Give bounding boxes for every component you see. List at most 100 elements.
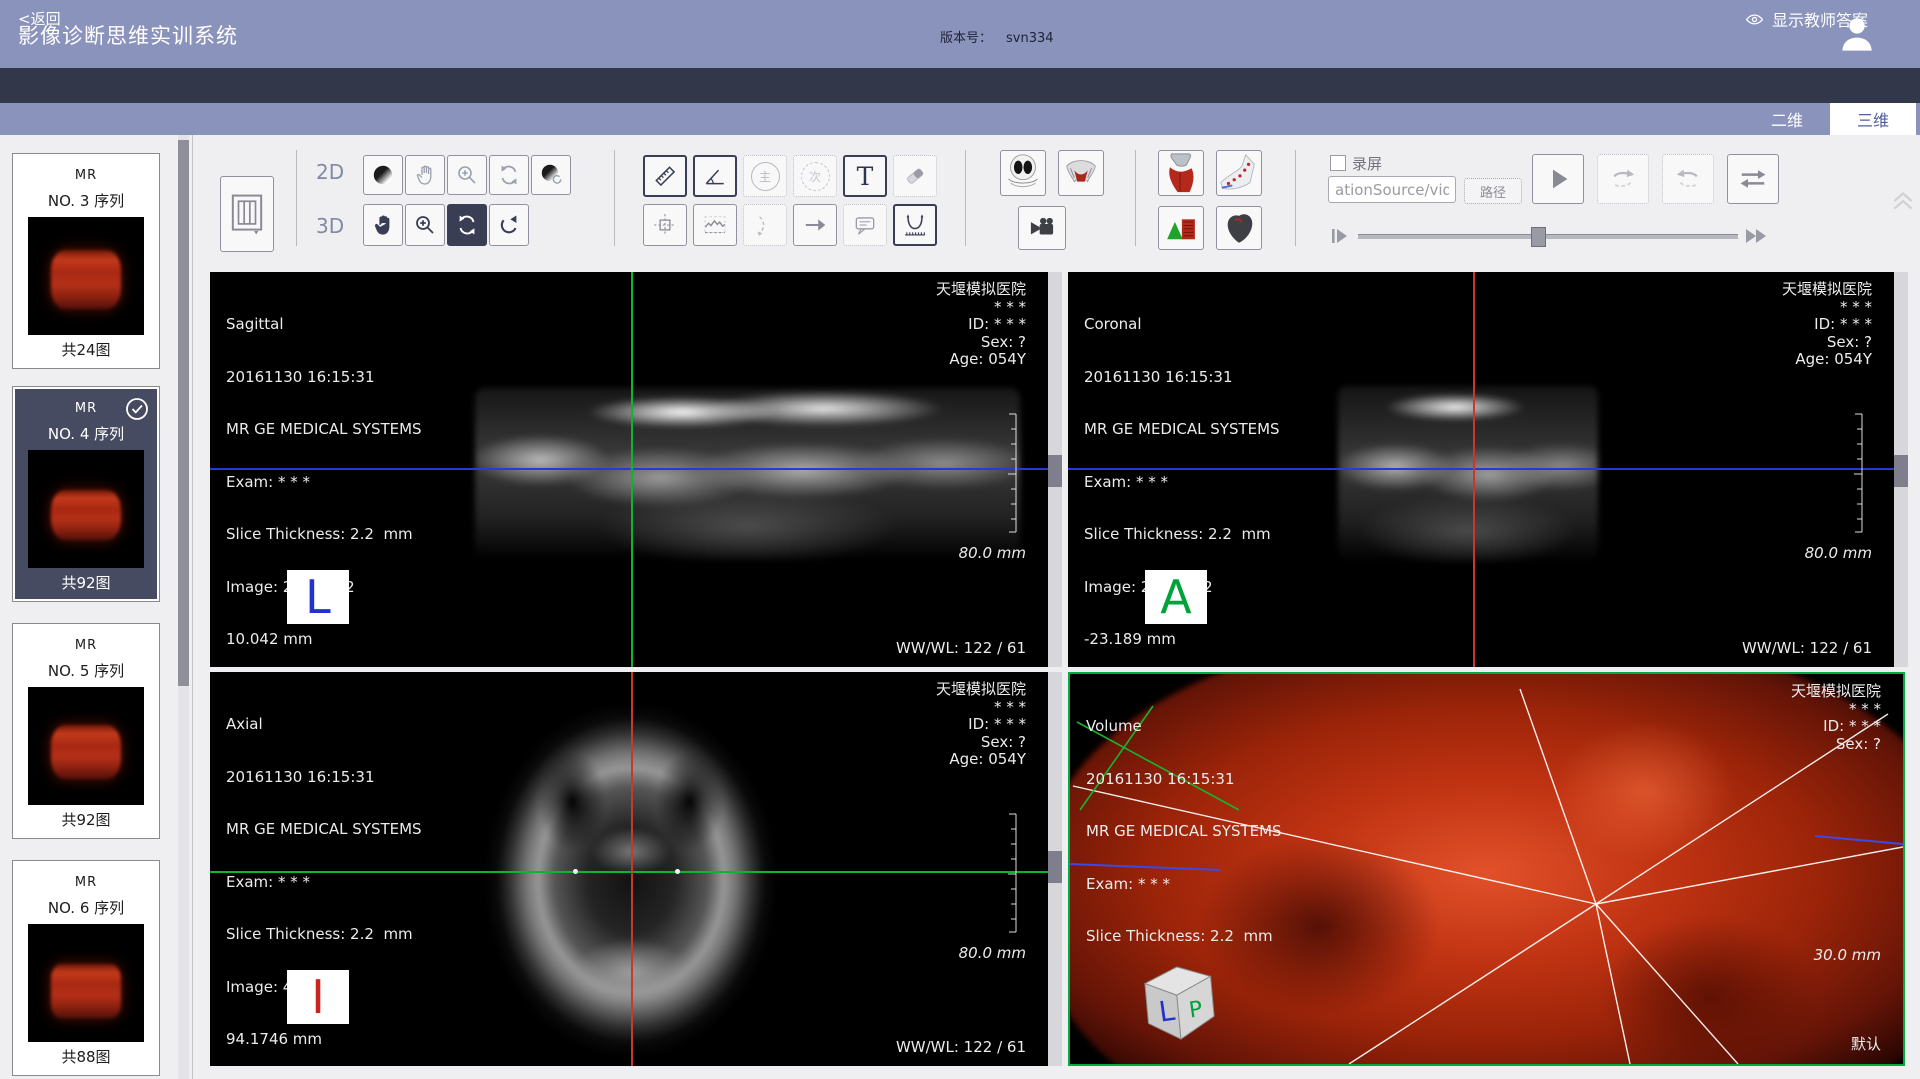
axial-info-right: 天堰模拟医院 * * * ID: * * * Sex: ? Age: 054Y: [936, 681, 1026, 769]
rotate-2d-button[interactable]: [489, 155, 529, 195]
tab-3d[interactable]: 三维: [1830, 103, 1916, 135]
path-button[interactable]: 路径: [1464, 178, 1522, 204]
viewport-axial[interactable]: Axial 20161130 16:15:31 MR GE MEDICAL SY…: [210, 672, 1048, 1066]
series-card-3[interactable]: MR NO. 3 序列 共24图: [12, 153, 160, 369]
arrow-icon: [802, 212, 828, 238]
volume-info-left: Volume 20161130 16:15:31 MR GE MEDICAL S…: [1086, 683, 1282, 981]
series-name: NO. 6 序列: [48, 897, 124, 918]
record-screen-checkbox[interactable]: [1330, 155, 1346, 171]
scale-label: 80.0 mm: [959, 944, 1026, 962]
chest-ct-animation-button[interactable]: [1000, 150, 1046, 196]
ruler-icon: [651, 162, 679, 190]
loop-forward-button[interactable]: [1597, 154, 1649, 204]
coronal-info-right: 天堰模拟医院 * * * ID: * * * Sex: ? Age: 054Y: [1782, 281, 1872, 369]
pane-title: Sagittal: [226, 316, 422, 334]
sagittal-slice-scrollbar-thumb[interactable]: [1048, 455, 1062, 487]
zoom-3d-button[interactable]: [405, 204, 445, 246]
angle-icon: [701, 162, 729, 190]
airway-animation-button[interactable]: [1158, 206, 1204, 250]
toolbar-divider: [1295, 150, 1296, 246]
axial-slice-scrollbar-thumb[interactable]: [1048, 851, 1062, 883]
layout-selector-button[interactable]: [220, 176, 274, 252]
knee-animation-button[interactable]: [1158, 150, 1204, 196]
heart-3d-icon: [1218, 208, 1260, 248]
primary-line-button[interactable]: 主: [743, 155, 787, 197]
reset-rotation-button[interactable]: [489, 204, 529, 246]
play-animation-button[interactable]: [1532, 154, 1584, 204]
curve-measure-button[interactable]: [893, 204, 937, 246]
secondary-line-button[interactable]: 次: [793, 155, 837, 197]
window-level-2d-button[interactable]: [363, 155, 403, 195]
step-last-button[interactable]: [1744, 227, 1770, 249]
volume-preset-label: 默认: [1851, 1033, 1881, 1054]
pelvis-anatomy-icon: [1059, 151, 1103, 195]
series-card-5[interactable]: MR NO. 5 序列 共92图: [12, 623, 160, 839]
zoom-2d-button[interactable]: [447, 155, 487, 195]
scale-ruler: [1006, 812, 1020, 934]
import-video-button[interactable]: [1018, 206, 1066, 250]
measure-length-button[interactable]: [643, 155, 687, 197]
measure-angle-button[interactable]: [693, 155, 737, 197]
tab-2d[interactable]: 二维: [1748, 103, 1826, 135]
scale-label: 80.0 mm: [1805, 544, 1872, 562]
secondary-circle-icon: 次: [801, 162, 830, 191]
pane-datetime: 20161130 16:15:31: [1084, 369, 1280, 387]
eraser-button[interactable]: [893, 155, 937, 197]
loop-backward-button[interactable]: [1662, 154, 1714, 204]
axial-crosshair-vertical[interactable]: [631, 672, 633, 1066]
contrast-icon: [370, 162, 396, 188]
lungs-ct-icon: [1001, 151, 1045, 195]
curve-profile-button[interactable]: [693, 204, 737, 246]
arc-tool-button[interactable]: [743, 204, 787, 246]
reset-rotate-icon: [497, 213, 522, 238]
step-first-button[interactable]: [1330, 227, 1352, 249]
orientation-cube[interactable]: L P: [1126, 958, 1218, 1050]
animation-slider-track[interactable]: [1358, 234, 1738, 239]
pan-2d-button[interactable]: [405, 155, 445, 195]
sagittal-crosshair-vertical[interactable]: [631, 272, 633, 667]
video-path-input[interactable]: [1328, 176, 1456, 203]
pane-datetime: 20161130 16:15:31: [226, 769, 422, 787]
pan-3d-button[interactable]: [363, 204, 403, 246]
pane-sex: Sex: ?: [936, 734, 1026, 752]
collapse-toolbar-button[interactable]: [1890, 188, 1916, 216]
heart-3d-animation-button[interactable]: [1216, 206, 1262, 250]
pane-age: Age: 054Y: [1782, 351, 1872, 369]
pane-exam: Exam: * * *: [226, 874, 422, 892]
invert-window-button[interactable]: [531, 155, 571, 195]
animation-slider-handle[interactable]: [1531, 227, 1546, 247]
comment-annotation-button[interactable]: [843, 204, 887, 246]
orientation-marker: L: [287, 570, 349, 624]
wwwl-label: WW/WL: 122 / 61: [896, 1038, 1026, 1056]
nav-bar: [0, 68, 1920, 103]
viewport-volume[interactable]: Volume 20161130 16:15:31 MR GE MEDICAL S…: [1068, 672, 1905, 1066]
series-count: 共92图: [61, 809, 110, 830]
series-thumbnail: [28, 687, 144, 805]
arc-icon: [752, 212, 778, 238]
step-start-icon: [1330, 227, 1352, 245]
arrow-annotation-button[interactable]: [793, 204, 837, 246]
zoom-in-icon: [455, 163, 479, 187]
pane-thickness: Slice Thickness: 2.2 mm: [1086, 928, 1282, 946]
text-annotation-button[interactable]: T: [843, 155, 887, 197]
viewport-coronal[interactable]: Coronal 20161130 16:15:31 MR GE MEDICAL …: [1068, 272, 1894, 667]
show-teacher-answer-button[interactable]: 显示教师答案: [1745, 7, 1868, 31]
coronal-slice-scrollbar-thumb[interactable]: [1894, 455, 1908, 487]
series-name: NO. 3 序列: [48, 190, 124, 211]
viewport-sagittal[interactable]: Sagittal 20161130 16:15:31 MR GE MEDICAL…: [210, 272, 1048, 667]
back-button[interactable]: <返回: [18, 8, 61, 29]
pane-thickness: Slice Thickness: 2.2 mm: [1084, 526, 1280, 544]
swap-direction-button[interactable]: [1727, 154, 1779, 204]
coronal-crosshair-vertical[interactable]: [1473, 272, 1475, 667]
foot-animation-button[interactable]: [1216, 150, 1262, 196]
pelvis-animation-button[interactable]: [1058, 150, 1104, 196]
primary-circle-icon: 主: [751, 162, 780, 191]
rotate-3d-button[interactable]: [447, 204, 487, 246]
pane-device: MR GE MEDICAL SYSTEMS: [1086, 823, 1282, 841]
sidebar-scrollbar-thumb[interactable]: [178, 140, 189, 686]
pane-position: 94.1746 mm: [226, 1031, 422, 1049]
fast-forward-icon: [1744, 227, 1770, 245]
series-card-6[interactable]: MR NO. 6 序列 共88图: [12, 860, 160, 1076]
series-card-4[interactable]: MR NO. 4 序列 共92图: [12, 386, 160, 602]
crosshair-sync-button[interactable]: [643, 204, 687, 246]
